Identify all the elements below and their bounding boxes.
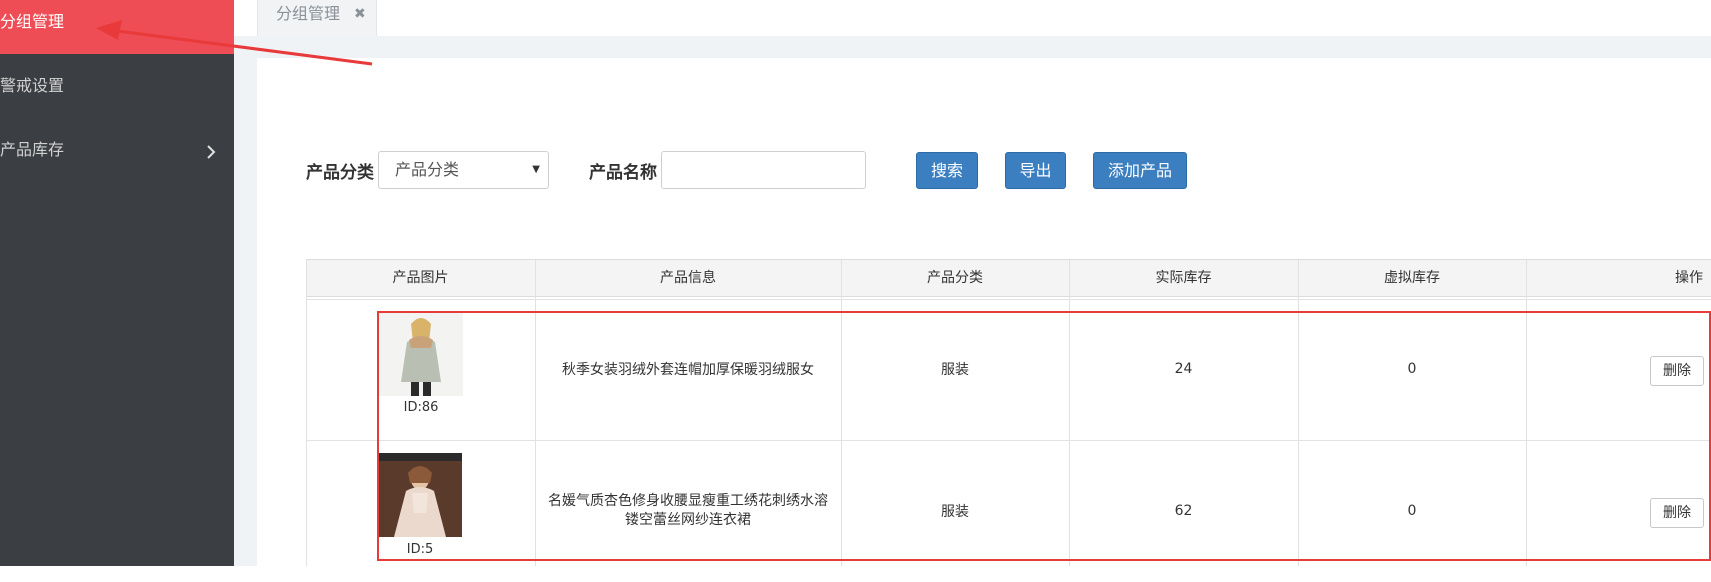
sidebar-item-alert-settings[interactable]: 警戒设置 xyxy=(0,64,234,118)
category-label: 产品分类 xyxy=(306,163,374,183)
column-header: 产品分类 xyxy=(927,270,983,286)
sidebar-item-label: 产品库存 xyxy=(0,140,65,159)
sidebar-item-label: 分组管理 xyxy=(0,12,65,31)
export-button[interactable]: 导出 xyxy=(1005,152,1066,189)
product-name-input[interactable] xyxy=(661,151,866,189)
category-select-value: 产品分类 xyxy=(395,160,460,179)
column-header: 产品图片 xyxy=(392,270,449,286)
category-select[interactable]: 产品分类 ▼ xyxy=(378,151,549,189)
sidebar-item-product-inventory[interactable]: 产品库存 xyxy=(0,128,234,182)
content-gutter xyxy=(234,36,1711,58)
chevron-right-icon xyxy=(206,128,216,172)
product-name-label: 产品名称 xyxy=(589,163,657,183)
close-icon[interactable]: ✖ xyxy=(354,0,366,28)
content-gutter-left xyxy=(234,36,257,566)
tab-label: 分组管理 xyxy=(276,4,341,23)
sidebar-item-label: 警戒设置 xyxy=(0,76,65,95)
tab-group-management[interactable]: 分组管理 ✖ xyxy=(257,0,377,36)
column-header: 产品信息 xyxy=(660,270,716,286)
column-header: 操作 xyxy=(1526,260,1711,296)
column-header: 实际库存 xyxy=(1155,270,1212,286)
highlight-box xyxy=(377,311,1711,561)
tab-bar: 分组管理 ✖ xyxy=(234,0,1711,37)
caret-down-icon: ▼ xyxy=(532,164,540,175)
sidebar-item-group-management[interactable]: 分组管理 xyxy=(0,0,234,54)
sidebar: 分组管理 警戒设置 产品库存 xyxy=(0,0,234,566)
column-header: 虚拟库存 xyxy=(1384,270,1440,286)
add-product-button[interactable]: 添加产品 xyxy=(1093,152,1187,189)
search-button[interactable]: 搜索 xyxy=(916,152,978,189)
table-header: 产品图片 产品信息 产品分类 实际库存 虚拟库存 操作 xyxy=(306,259,1711,297)
column-header-label: 操作 xyxy=(1675,270,1703,286)
